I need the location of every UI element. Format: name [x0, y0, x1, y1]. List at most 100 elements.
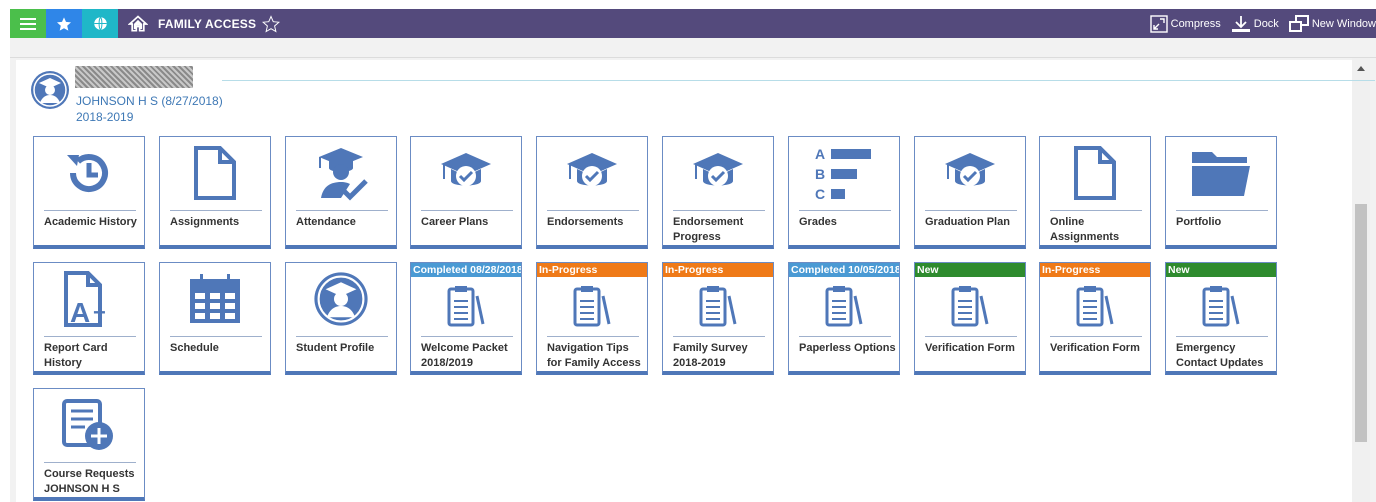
student-name[interactable]: JOHNSON H S (8/27/2018)	[76, 94, 223, 108]
tile-paperless-options[interactable]: Completed 10/05/2018 Paperless Options	[788, 262, 900, 375]
tile-course-requests[interactable]: Course Requests JOHNSON H S	[33, 388, 145, 501]
tile-grades[interactable]: A B C Grades	[788, 136, 900, 249]
tile-label: Attendance	[296, 216, 356, 228]
favorites-button[interactable]	[46, 9, 82, 38]
status-badge: Completed 10/05/2018	[789, 263, 899, 277]
tile-label: Endorsement Progress	[673, 216, 744, 243]
history-icon	[67, 154, 108, 192]
grad-cap-check-icon	[567, 153, 617, 186]
grad-cap-check-icon	[441, 153, 491, 186]
dock-icon	[1231, 15, 1250, 32]
tile-label: Grades	[799, 216, 837, 228]
tile-navigation-tips[interactable]: In-Progress Navigation Tips for Family A…	[536, 262, 648, 375]
clipboard-icon	[951, 286, 989, 327]
star-outline-icon	[262, 14, 281, 32]
new-window-label: New Window	[1311, 17, 1376, 30]
tile-label: Academic History	[44, 216, 137, 228]
document-icon	[194, 146, 236, 200]
sub-toolbar	[10, 38, 1376, 58]
vertical-scrollbar[interactable]	[1352, 58, 1370, 502]
tile-label: Graduation Plan	[925, 216, 1010, 228]
school-year: 2018-2019	[76, 110, 134, 124]
dock-button[interactable]: Dock	[1231, 15, 1279, 33]
tile-career-plans[interactable]: Career Plans	[410, 136, 522, 249]
tile-attendance[interactable]: Attendance	[285, 136, 397, 249]
header-divider	[222, 80, 1375, 81]
student-avatar-icon	[31, 71, 69, 109]
tile-schedule[interactable]: Schedule	[159, 262, 271, 375]
tile-label: Course Requests JOHNSON H S	[44, 468, 135, 495]
add-favorite-button[interactable]	[262, 14, 281, 33]
tile-label: Portfolio	[1176, 216, 1222, 228]
svg-text:A: A	[815, 146, 825, 162]
star-icon	[57, 16, 71, 31]
graduate-check-icon	[319, 148, 368, 201]
home-icon	[128, 14, 148, 31]
tile-label: Verification Form	[925, 342, 1015, 354]
tile-label: Navigation Tips for Family Access	[547, 342, 641, 369]
tile-label: Endorsements	[547, 216, 624, 228]
tile-online-assignments[interactable]: Online Assignments	[1039, 136, 1151, 249]
tile-label: Welcome Packet 2018/2019	[421, 342, 508, 369]
status-badge: New	[915, 263, 1025, 277]
grad-cap-check-icon	[945, 153, 995, 186]
new-window-button[interactable]: New Window	[1288, 14, 1376, 33]
report-card-icon: A +	[64, 271, 106, 328]
clipboard-icon	[447, 286, 485, 327]
tile-label: Paperless Options	[799, 342, 896, 354]
tile-welcome-packet[interactable]: Completed 08/28/2018 Welcome Packet 2018…	[410, 262, 522, 375]
grades-icon: A B C	[815, 146, 871, 202]
clipboard-icon	[825, 286, 863, 327]
tile-verification-form-new[interactable]: New Verification Form	[914, 262, 1026, 375]
scrollbar-thumb[interactable]	[1355, 204, 1367, 442]
tile-portfolio[interactable]: Portfolio	[1165, 136, 1277, 249]
tile-family-survey[interactable]: In-Progress Family Survey 2018-2019	[662, 262, 774, 375]
clipboard-icon	[1202, 286, 1240, 327]
menu-button[interactable]	[10, 9, 46, 38]
svg-text:C: C	[815, 186, 825, 202]
status-badge: In-Progress	[1040, 263, 1150, 277]
tile-emergency-contact-updates[interactable]: New Emergency Contact Updates	[1165, 262, 1277, 375]
scroll-up-arrow-icon[interactable]	[1357, 66, 1365, 71]
status-badge: New	[1166, 263, 1276, 277]
dock-label: Dock	[1253, 17, 1279, 30]
tile-verification-form-in-progress[interactable]: In-Progress Verification Form	[1039, 262, 1151, 375]
tile-label: Online Assignments	[1050, 216, 1120, 243]
status-badge: In-Progress	[663, 263, 773, 277]
grad-cap-check-icon	[693, 153, 743, 186]
tile-student-profile[interactable]: Student Profile	[285, 262, 397, 375]
tile-endorsements[interactable]: Endorsements	[536, 136, 648, 249]
status-badge: In-Progress	[537, 263, 647, 277]
tile-label: Report Card History	[44, 342, 108, 369]
folder-icon	[1192, 152, 1250, 196]
clipboard-icon	[1076, 286, 1114, 327]
new-window-icon	[1288, 14, 1309, 32]
tile-endorsement-progress[interactable]: Endorsement Progress	[662, 136, 774, 249]
globe-icon	[93, 16, 107, 31]
compress-label: Compress	[1170, 17, 1221, 30]
compress-icon	[1149, 14, 1168, 33]
tile-label: Student Profile	[296, 342, 375, 354]
tile-academic-history[interactable]: Academic History	[33, 136, 145, 249]
home-button[interactable]	[128, 13, 150, 35]
menu-icon	[20, 17, 36, 30]
clipboard-icon	[699, 286, 737, 327]
svg-text:A: A	[70, 297, 90, 328]
document-icon	[1074, 146, 1116, 200]
tile-graduation-plan[interactable]: Graduation Plan	[914, 136, 1026, 249]
language-button[interactable]	[82, 9, 118, 38]
status-badge: Completed 08/28/2018	[411, 263, 521, 277]
tile-label: Schedule	[170, 342, 219, 354]
tile-label: Assignments	[170, 216, 240, 228]
redacted-photo	[75, 66, 193, 88]
tile-label: Career Plans	[421, 216, 489, 228]
course-request-icon	[62, 399, 113, 450]
svg-text:B: B	[815, 166, 825, 182]
tile-assignments[interactable]: Assignments	[159, 136, 271, 249]
student-avatar-icon	[314, 272, 368, 326]
svg-text:+: +	[93, 300, 106, 325]
tile-report-card-history[interactable]: A + Report Card History	[33, 262, 145, 375]
top-navigation-bar: FAMILY ACCESS Compress Dock New Window	[10, 9, 1376, 38]
compress-button[interactable]: Compress	[1149, 14, 1221, 33]
tile-label: Family Survey 2018-2019	[673, 342, 748, 369]
